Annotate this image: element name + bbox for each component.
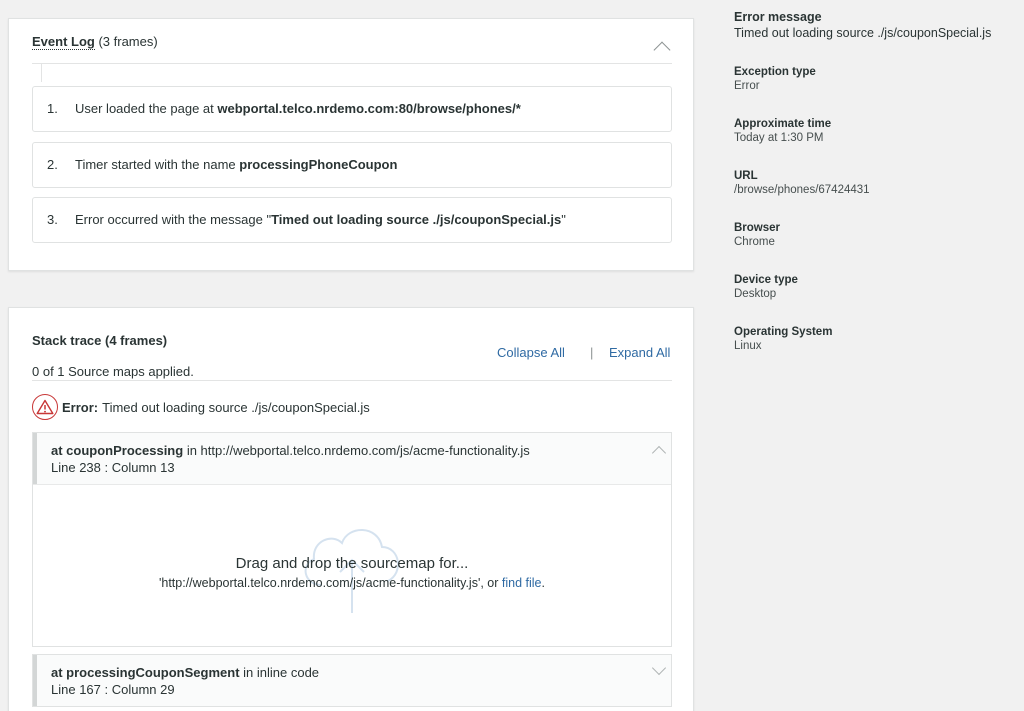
error-label: Error: <box>62 399 99 415</box>
error-message: Timed out loading source ./js/couponSpec… <box>102 399 370 415</box>
sourcemap-drop-zone[interactable]: Drag and drop the sourcemap for... 'http… <box>33 484 671 646</box>
event-frame-1: 1. User loaded the page at webportal.telc… <box>32 86 672 132</box>
stack-frame-1: at couponProcessing in http://webportal.… <box>32 432 672 647</box>
attr-label: Browser <box>734 222 781 234</box>
attr-value: Error <box>734 80 760 92</box>
event-frame-number: 2. <box>47 157 58 172</box>
attr-value: /browse/phones/67424431 <box>734 184 870 196</box>
error-summary: Error: Timed out loading source ./js/cou… <box>32 394 370 420</box>
chevron-down-icon[interactable] <box>651 660 667 676</box>
stack-trace-panel: Stack trace (4 frames) Collapse All | Ex… <box>8 307 694 711</box>
stack-frame-header[interactable]: at couponProcessing in http://webportal.… <box>33 433 671 484</box>
attr-label: Operating System <box>734 326 833 338</box>
link-separator: | <box>590 345 594 360</box>
event-frame-text: User loaded the page at <box>75 101 218 116</box>
divider <box>32 380 672 381</box>
stack-frame-location: in http://webportal.telco.nrdemo.com/js/… <box>183 443 530 458</box>
stack-trace-title: Stack trace (4 frames) <box>32 333 168 348</box>
event-frame-bold: processingPhoneCoupon <box>239 157 398 172</box>
attr-exception-type: Exception type Error <box>734 66 816 92</box>
stack-frame-header[interactable]: at processingCouponSegment in inline cod… <box>33 655 671 706</box>
attr-label: Device type <box>734 274 798 286</box>
event-log-title-text: Event Log <box>32 34 95 50</box>
stack-frame-2: at processingCouponSegment in inline cod… <box>32 654 672 707</box>
attr-operating-system: Operating System Linux <box>734 326 832 352</box>
chevron-up-icon[interactable] <box>651 445 667 461</box>
stack-frame-location: in inline code <box>239 665 320 680</box>
drop-zone-file-path: 'http://webportal.telco.nrdemo.com/js/ac… <box>159 576 502 590</box>
warning-icon <box>32 394 58 420</box>
attr-value: Desktop <box>734 288 777 300</box>
chevron-up-icon[interactable] <box>653 41 671 59</box>
find-file-link[interactable]: find file <box>502 576 542 590</box>
event-frame-2: 2. Timer started with the name processing… <box>32 142 672 188</box>
stack-frame-line: Line 238 : Column 13 <box>51 460 175 475</box>
event-log-title[interactable]: Event Log (3 frames) <box>32 34 158 50</box>
event-frame-text: Timer started with the name <box>75 157 240 172</box>
event-frame-number: 1. <box>47 101 58 116</box>
timeline-line <box>41 64 42 82</box>
attr-error-message: Error message Timed out loading source .… <box>734 10 991 40</box>
event-frame-text: Error occurred with the message " <box>75 212 272 227</box>
attr-label: Error message <box>734 10 822 24</box>
attr-label: URL <box>734 170 758 182</box>
event-frame-bold: Timed out loading source ./js/couponSpec… <box>271 212 562 227</box>
stack-frame-line: Line 167 : Column 29 <box>51 682 175 697</box>
drop-zone-period: . <box>541 576 545 590</box>
stack-frame-function: at couponProcessing <box>51 443 184 458</box>
attr-browser: Browser Chrome <box>734 222 780 248</box>
collapse-all-link[interactable]: Collapse All <box>497 345 565 360</box>
drop-zone-title: Drag and drop the sourcemap for... <box>235 555 469 572</box>
divider <box>32 63 672 64</box>
event-frame-number: 3. <box>47 212 58 227</box>
attr-approximate-time: Approximate time Today at 1:30 PM <box>734 118 831 144</box>
event-frame-suffix: " <box>561 212 566 227</box>
attr-value: Linux <box>734 340 762 352</box>
attr-device-type: Device type Desktop <box>734 274 798 300</box>
attr-url: URL /browse/phones/67424431 <box>734 170 870 196</box>
expand-all-link[interactable]: Expand All <box>609 345 670 360</box>
event-frame-bold: webportal.telco.nrdemo.com:80/browse/pho… <box>217 101 521 116</box>
event-frame-3: 3. Error occurred with the message "Timed… <box>32 197 672 243</box>
attr-label: Approximate time <box>734 118 832 130</box>
stack-frame-function: at processingCouponSegment <box>51 665 240 680</box>
event-log-panel: Event Log (3 frames) 1. User loaded the p… <box>8 18 694 271</box>
attr-value: Timed out loading source ./js/couponSpec… <box>734 26 992 40</box>
attr-label: Exception type <box>734 66 816 78</box>
drop-zone-subtitle: 'http://webportal.telco.nrdemo.com/js/ac… <box>33 576 671 590</box>
attr-value: Today at 1:30 PM <box>734 132 824 144</box>
attr-value: Chrome <box>734 236 775 248</box>
source-maps-status: 0 of 1 Source maps applied. <box>32 364 194 379</box>
event-log-count: (3 frames) <box>98 34 158 49</box>
